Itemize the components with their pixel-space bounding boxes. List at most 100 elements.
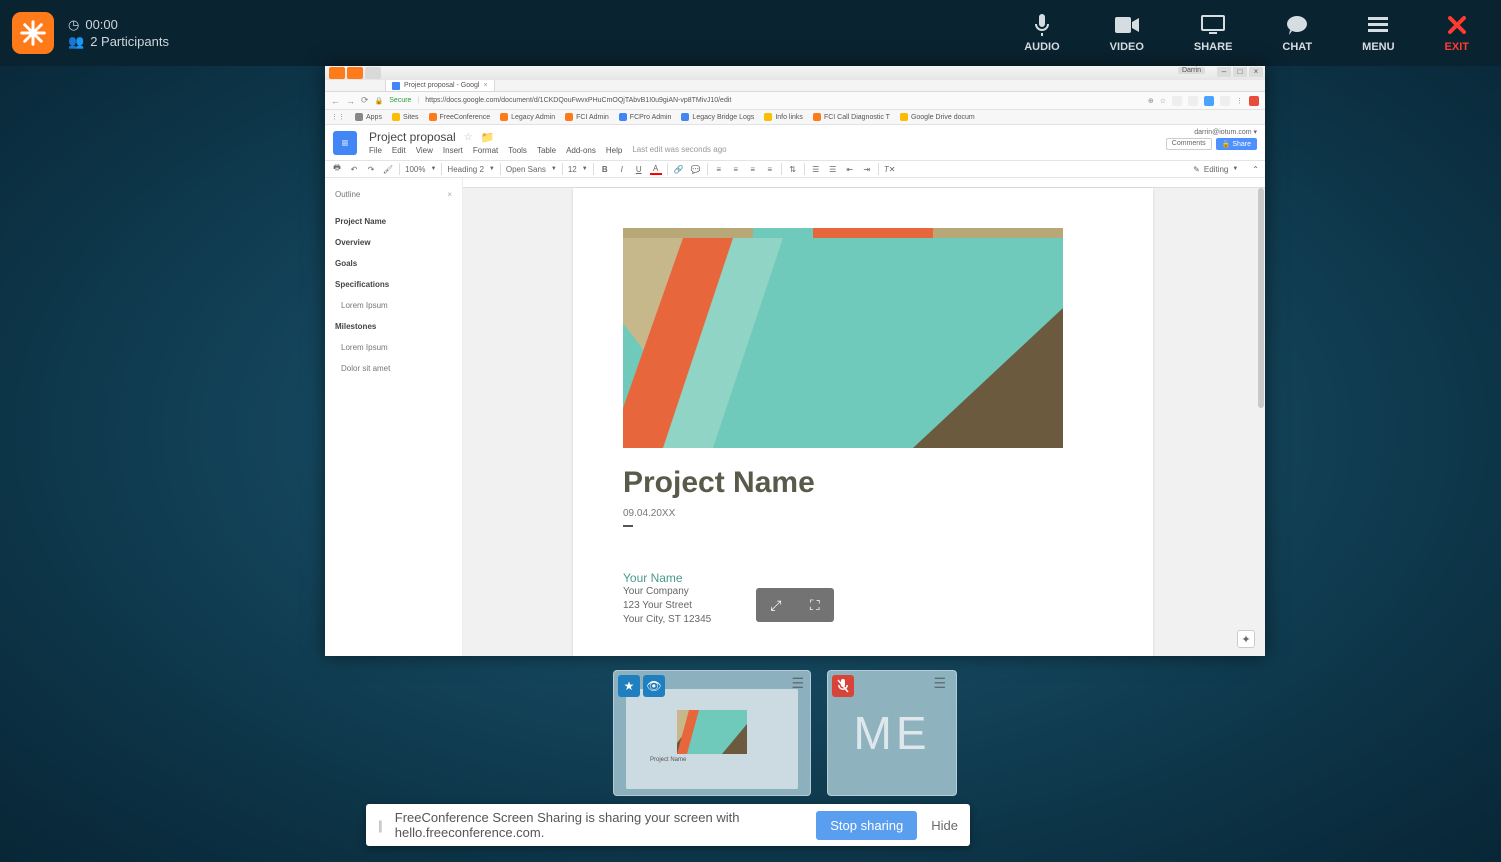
folder-icon[interactable]: 📁: [481, 131, 495, 144]
window-close[interactable]: ×: [1249, 67, 1263, 77]
forward-icon[interactable]: →: [346, 96, 355, 106]
docs-menu-item[interactable]: Edit: [392, 146, 406, 155]
redo-icon[interactable]: ↷: [365, 163, 377, 175]
line-spacing-icon[interactable]: ⇅: [787, 163, 799, 175]
stop-sharing-button[interactable]: Stop sharing: [816, 811, 917, 840]
docs-menu-item[interactable]: View: [416, 146, 433, 155]
bookmark-item[interactable]: FCI Call Diagnostic T: [813, 113, 890, 121]
bookmark-item[interactable]: Google Drive docum: [900, 113, 975, 121]
chevron-up-icon[interactable]: ⌃: [1252, 165, 1259, 174]
outline-item[interactable]: Lorem Ipsum: [341, 301, 452, 310]
print-icon[interactable]: 🖶: [331, 163, 343, 175]
bookmark-item[interactable]: Legacy Admin: [500, 113, 555, 121]
audio-button[interactable]: AUDIO: [1024, 13, 1059, 53]
bookmark-item[interactable]: FCPro Admin: [619, 113, 672, 121]
account-email[interactable]: darrin@iotum.com ▾: [1166, 128, 1257, 136]
bookmark-item[interactable]: FreeConference: [429, 113, 491, 121]
outline-item[interactable]: Goals: [335, 259, 452, 268]
expand-icon[interactable]: ⤢: [770, 597, 781, 614]
video-button[interactable]: VIDEO: [1110, 13, 1144, 53]
scrollbar[interactable]: [1258, 188, 1264, 408]
link-icon[interactable]: 🔗: [673, 163, 685, 175]
bookmark-item[interactable]: Info links: [764, 113, 803, 121]
share-button[interactable]: 🔒 Share: [1216, 138, 1257, 150]
bulleted-list-icon[interactable]: ☰: [827, 163, 839, 175]
paint-format-icon[interactable]: 🖌: [382, 163, 394, 175]
docs-last-edit: Last edit was seconds ago: [632, 145, 726, 154]
outline-item[interactable]: Lorem Ipsum: [341, 343, 452, 352]
text-color-icon[interactable]: A: [650, 163, 662, 175]
indent-less-icon[interactable]: ⇤: [844, 163, 856, 175]
self-video-thumbnail[interactable]: ☰ ME: [827, 670, 957, 796]
browser-menu-icon[interactable]: ⋮: [1236, 97, 1243, 105]
clear-format-icon[interactable]: T✕: [884, 163, 896, 175]
star-icon[interactable]: ☆: [1160, 97, 1166, 105]
screen-share-thumbnail[interactable]: ★ 👁 ☰ Project Name: [613, 670, 811, 796]
menu-button[interactable]: MENU: [1362, 13, 1394, 53]
docs-menu-item[interactable]: File: [369, 146, 382, 155]
comments-button[interactable]: Comments: [1166, 138, 1212, 150]
document-canvas[interactable]: Project Name 09.04.20XX Your Name Your C…: [463, 178, 1265, 656]
underline-icon[interactable]: U: [633, 163, 645, 175]
share-button[interactable]: SHARE: [1194, 13, 1233, 53]
docs-menu-item[interactable]: Help: [606, 146, 622, 155]
grip-icon[interactable]: ||: [378, 818, 381, 833]
thumbnail-menu-icon[interactable]: ☰: [791, 675, 804, 692]
style-select[interactable]: Heading 2: [447, 165, 483, 174]
browser-tab[interactable]: Project proposal - Googl ×: [385, 79, 495, 91]
bookmark-item[interactable]: FCI Admin: [565, 113, 609, 121]
tab-close-icon[interactable]: ×: [483, 82, 487, 89]
numbered-list-icon[interactable]: ☰: [810, 163, 822, 175]
bookmark-item[interactable]: Apps: [355, 113, 382, 121]
editing-mode[interactable]: Editing: [1204, 165, 1228, 174]
zoom-select[interactable]: 100%: [405, 165, 425, 174]
font-select[interactable]: Open Sans: [506, 165, 546, 174]
bookmark-item[interactable]: Sites: [392, 113, 419, 121]
docs-menu-item[interactable]: Add-ons: [566, 146, 596, 155]
align-right-icon[interactable]: ≡: [747, 163, 759, 175]
ext-icon[interactable]: [1188, 96, 1198, 106]
reload-icon[interactable]: ⟳: [361, 95, 369, 106]
ext-icon[interactable]: [1220, 96, 1230, 106]
ext-icon[interactable]: [1172, 96, 1182, 106]
screen-sharing-notice: || FreeConference Screen Sharing is shar…: [366, 804, 970, 846]
thumbnail-menu-icon[interactable]: ☰: [933, 675, 950, 692]
doc-title[interactable]: Project proposal: [369, 130, 456, 144]
ext-icon[interactable]: [1249, 96, 1259, 106]
docs-menu-item[interactable]: Tools: [508, 146, 527, 155]
bold-icon[interactable]: B: [599, 163, 611, 175]
outline-item[interactable]: Overview: [335, 238, 452, 247]
undo-icon[interactable]: ↶: [348, 163, 360, 175]
chat-button[interactable]: CHAT: [1282, 13, 1312, 53]
docs-menu-item[interactable]: Table: [537, 146, 556, 155]
ext-icon[interactable]: [1204, 96, 1214, 106]
indent-more-icon[interactable]: ⇥: [861, 163, 873, 175]
exit-button[interactable]: EXIT: [1445, 13, 1469, 53]
meeting-info: ◷00:00 👥2 Participants: [68, 16, 169, 50]
url-text[interactable]: https://docs.google.com/document/d/1CKDQ…: [425, 97, 1142, 104]
size-select[interactable]: 12: [568, 165, 577, 174]
align-left-icon[interactable]: ≡: [713, 163, 725, 175]
back-icon[interactable]: ←: [331, 96, 340, 106]
hide-button[interactable]: Hide: [931, 818, 958, 833]
docs-menu-item[interactable]: Format: [473, 146, 498, 155]
explore-button[interactable]: ✦: [1237, 630, 1255, 648]
fullscreen-icon[interactable]: ⛶: [810, 597, 820, 614]
outline-item[interactable]: Dolor sit amet: [341, 364, 452, 373]
hamburger-icon: [1368, 13, 1388, 37]
docs-app-icon[interactable]: ≡: [333, 131, 357, 155]
docs-menu-item[interactable]: Insert: [443, 146, 463, 155]
align-center-icon[interactable]: ≡: [730, 163, 742, 175]
bookmark-item[interactable]: Legacy Bridge Logs: [681, 113, 754, 121]
window-minimize[interactable]: –: [1217, 67, 1231, 77]
align-justify-icon[interactable]: ≡: [764, 163, 776, 175]
window-maximize[interactable]: □: [1233, 67, 1247, 77]
close-outline-icon[interactable]: ×: [447, 190, 452, 199]
star-icon[interactable]: ☆: [464, 132, 473, 143]
outline-item[interactable]: Milestones: [335, 322, 452, 331]
italic-icon[interactable]: I: [616, 163, 628, 175]
outline-item[interactable]: Specifications: [335, 280, 452, 289]
comment-icon[interactable]: 💬: [690, 163, 702, 175]
zoom-icon[interactable]: ⊕: [1148, 97, 1154, 105]
outline-item[interactable]: Project Name: [335, 217, 452, 226]
